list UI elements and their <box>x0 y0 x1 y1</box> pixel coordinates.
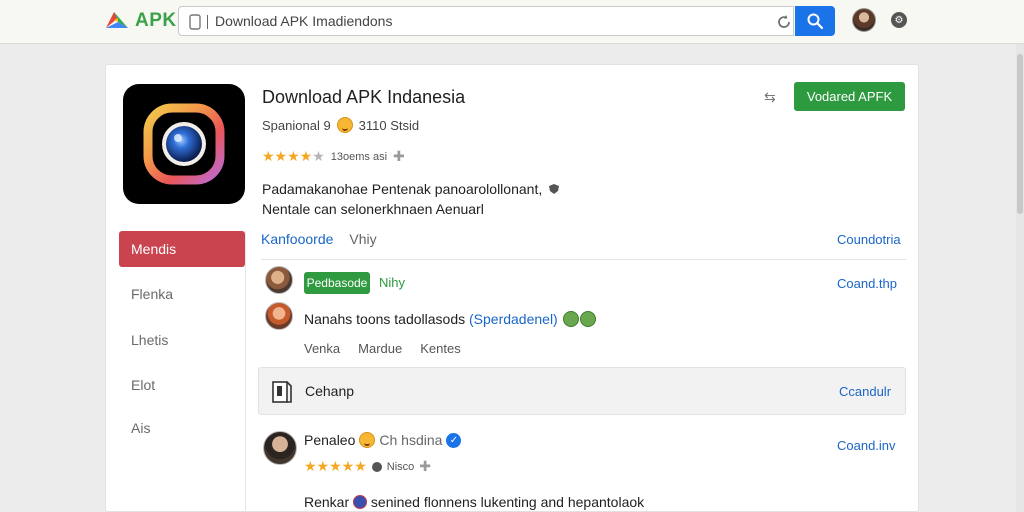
app-title: Download APK Indanesia <box>262 87 466 107</box>
status-badge: Pedbasode <box>304 272 370 294</box>
badge-label: Nihy <box>379 275 406 290</box>
review-text-pre: Renkar <box>304 494 350 510</box>
tab-bar: Kanfooorde Vhiy <box>261 231 377 247</box>
highlight-text: Cehanp <box>305 383 355 399</box>
share-icon[interactable]: ⇆ <box>764 89 782 105</box>
search-icon <box>807 13 824 30</box>
highlight-row[interactable]: Cehanp Ccandulr <box>258 367 906 415</box>
divider <box>261 259 906 260</box>
smile-icon <box>359 432 376 448</box>
app-description: Padamakanohae Pentenak panoarolollonant,… <box>262 179 702 219</box>
tab-kanfooorde[interactable]: Kanfooorde <box>261 231 333 247</box>
action-kentes[interactable]: Kentes <box>420 341 460 356</box>
comment-tag[interactable]: (Sperdadenel) <box>469 311 558 327</box>
review-rating-text: Nisco <box>386 460 415 473</box>
comment-link[interactable]: Coand.thp <box>837 276 897 291</box>
dot-icon <box>371 461 382 472</box>
app-meta-left: Spanional 9 <box>262 117 331 133</box>
shield-icon <box>549 184 560 194</box>
page-icon <box>189 14 201 30</box>
emoji-icon <box>579 311 596 327</box>
plus-icon[interactable]: ✚ <box>393 148 405 165</box>
sidebar-item-flenka[interactable]: Flenka <box>119 276 245 312</box>
description-line-2: Nentale can selonerkhnaen Aenuarl <box>262 201 484 217</box>
settings-icon[interactable]: ⚙ <box>891 12 907 28</box>
sidebar-item-mendis[interactable]: Mendis <box>119 231 245 267</box>
plus-icon[interactable]: ✚ <box>419 458 431 475</box>
search-input[interactable] <box>215 11 735 31</box>
main-content: Kanfooorde Vhiy Coundotria Pedbasode Nih… <box>258 227 906 512</box>
reviewer-name[interactable]: Penaleo <box>304 432 355 448</box>
tab-vhiy[interactable]: Vhiy <box>349 231 376 247</box>
reviewer-name-row: Penaleo Ch hsdina ✓ <box>304 432 462 448</box>
app-icon <box>123 84 245 204</box>
review-text-main: senined flonnens lukenting and hepantola… <box>370 494 645 510</box>
logo-text: APK <box>135 10 177 31</box>
tab-link[interactable]: Coundotria <box>837 232 901 247</box>
site-logo[interactable]: APK <box>104 8 177 34</box>
reply-avatar[interactable] <box>265 302 293 330</box>
app-meta-right: 3110 Stsid <box>358 117 420 133</box>
sidebar-item-lhetis[interactable]: Lhetis <box>119 322 245 358</box>
description-line-1: Padamakanohae Pentenak panoarolollonant, <box>262 181 543 197</box>
action-venka[interactable]: Venka <box>304 341 340 356</box>
verified-icon: ✓ <box>446 432 462 448</box>
sidebar-item-elot[interactable]: Elot <box>119 367 245 403</box>
review-stars: ★★★★★ <box>304 458 367 474</box>
page-scrollbar[interactable] <box>1016 44 1024 512</box>
app-rating: ★★★★★ 13oems asi ✚ <box>262 148 405 165</box>
text-cursor <box>207 15 208 29</box>
rating-stars: ★★★★★ <box>262 148 325 164</box>
sidebar-item-ais[interactable]: Ais <box>119 410 245 446</box>
user-avatar[interactable] <box>852 8 876 32</box>
review-text: Renkar senined flonnens lukenting and he… <box>304 494 644 510</box>
highlight-link[interactable]: Ccandulr <box>839 384 891 399</box>
reviewer-handle: Ch hsdina <box>379 432 443 448</box>
rating-text: 13oems asi <box>330 150 388 163</box>
apk-logo-icon <box>106 12 128 28</box>
review-rating: ★★★★★ Nisco ✚ <box>304 458 431 475</box>
scrollbar-thumb[interactable] <box>1017 54 1023 214</box>
top-bar: APK ⚙ <box>0 0 1024 44</box>
reviewer-avatar[interactable] <box>263 431 297 465</box>
camera-lens-icon <box>143 103 225 185</box>
emoji-icon <box>562 311 579 327</box>
comment-text: Nanahs toons tadollasods (Sperdadenel) <box>304 311 596 327</box>
review-link[interactable]: Coand.inv <box>837 438 896 453</box>
document-icon <box>272 381 292 403</box>
globe-icon <box>353 495 368 509</box>
comment-actions: Venka Mardue Kentes <box>304 341 461 356</box>
sidebar: Mendis Flenka Lhetis Elot Ais <box>119 231 246 512</box>
commenter-avatar[interactable] <box>265 266 293 294</box>
smile-icon <box>336 117 353 133</box>
comment-text-main: Nanahs toons tadollasods <box>304 311 466 327</box>
download-button[interactable]: Vodared APFK <box>794 82 905 111</box>
refresh-icon[interactable] <box>775 13 793 31</box>
search-bar[interactable] <box>178 6 794 36</box>
app-meta: Spanional 9 3110 Stsid <box>262 117 419 133</box>
search-button[interactable] <box>795 6 835 36</box>
action-mardue[interactable]: Mardue <box>358 341 402 356</box>
app-card: Download APK Indanesia Spanional 9 3110 … <box>105 64 919 512</box>
